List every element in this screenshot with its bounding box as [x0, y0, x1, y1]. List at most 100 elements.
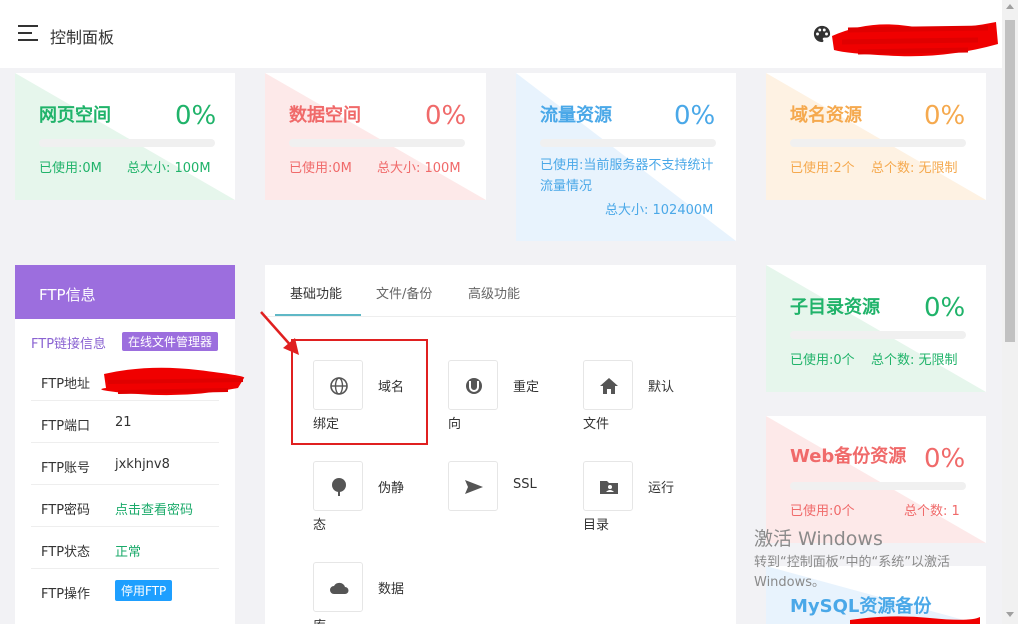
card-percent: 0% [425, 101, 467, 131]
top-bar: 控制面板 [0, 0, 1002, 68]
scrollbar-thumb[interactable] [1005, 20, 1015, 342]
watermark-title: 激活 Windows [754, 528, 883, 550]
card-total: 总大小: 100M [377, 161, 461, 176]
redaction-scribble [832, 22, 998, 57]
card-used: 已使用:0个 [790, 504, 855, 519]
ftp-key: FTP地址 [41, 377, 91, 392]
func-ssl[interactable]: SSL [448, 461, 578, 551]
func-redirect[interactable]: 重定 向 [448, 360, 578, 450]
func-label-wrap: 目录 [583, 518, 610, 533]
tab-advanced[interactable]: 高级功能 [468, 283, 520, 302]
watermark-text: 转到“控制面板”中的“系统”以激活 Windows。 [754, 555, 950, 590]
stat-card-web-space: 网页空间 0% 已使用:0M 总大小: 100M [15, 73, 235, 200]
menu-icon[interactable] [18, 25, 38, 41]
func-default-file[interactable]: 默认 文件 [583, 360, 713, 450]
ftp-value: 21 [115, 415, 132, 430]
view-password-link[interactable]: 点击查看密码 [115, 499, 193, 518]
progress-bar [790, 331, 966, 339]
func-icon-box [313, 562, 363, 612]
func-label: 伪静 [378, 481, 405, 496]
func-label-wrap: 文件 [583, 417, 610, 432]
func-rewrite[interactable]: 伪静 态 [313, 461, 443, 551]
annotation-arrow-icon [260, 311, 299, 355]
card-percent: 0% [924, 444, 966, 474]
ftp-header: FTP信息 [15, 265, 235, 319]
ftp-key: FTP密码 [41, 503, 91, 518]
page-title: 控制面板 [50, 28, 115, 47]
ftp-key: FTP状态 [41, 545, 91, 560]
folder-user-icon [600, 481, 618, 494]
card-percent: 0% [924, 101, 966, 131]
card-title: 数据空间 [289, 105, 361, 126]
func-icon-box [583, 461, 633, 511]
func-label-wrap: 向 [448, 417, 462, 432]
ftp-row-password: FTP密码 点击查看密码 [31, 485, 219, 527]
home-icon [600, 378, 618, 394]
scroll-up-icon[interactable] [1006, 4, 1014, 9]
stat-card-subdir: 子目录资源 0% 已使用:0个 总个数: 无限制 [766, 265, 986, 392]
func-label: 运行 [648, 481, 675, 496]
ftp-key: FTP操作 [41, 587, 91, 602]
disable-ftp-button[interactable]: 停用FTP [115, 580, 173, 601]
ftp-value: jxkhjnv8 [115, 457, 170, 472]
card-total: 总个数: 无限制 [871, 353, 958, 368]
card-title: Web备份资源 [790, 446, 907, 467]
progress-bar [39, 139, 215, 147]
stat-card-db-space: 数据空间 0% 已使用:0M 总大小: 100M [265, 73, 486, 200]
card-total: 总大小: 102400M [605, 203, 714, 218]
send-icon [465, 480, 483, 494]
ftp-key: FTP端口 [41, 419, 91, 434]
func-label: SSL [513, 477, 537, 492]
card-title: 域名资源 [790, 105, 862, 126]
progress-bar [289, 139, 465, 147]
tab-files-backup[interactable]: 文件/备份 [376, 283, 432, 302]
card-percent: 0% [924, 293, 966, 323]
func-icon-box [448, 461, 498, 511]
annotation-highlight-box [291, 339, 428, 445]
func-database[interactable]: 数据 库 [313, 562, 443, 624]
redaction-scribble [850, 616, 980, 624]
func-label: 数据 [378, 582, 405, 597]
progress-bar [540, 139, 716, 147]
ftp-key: FTP账号 [41, 461, 91, 476]
func-label-wrap: 态 [313, 518, 327, 533]
redirect-icon [466, 378, 482, 394]
func-icon-box [583, 360, 633, 410]
ftp-row-status: FTP状态 正常 [31, 527, 219, 569]
ftp-status-value: 正常 [115, 545, 142, 560]
card-used: 已使用:当前服务器不支持统计流量情况 [540, 158, 714, 194]
func-icon-box [313, 461, 363, 511]
redaction-scribble [101, 367, 245, 396]
func-label: 重定 [513, 380, 540, 395]
cloud-icon [330, 582, 349, 594]
card-total: 总个数: 1 [904, 504, 960, 519]
ftp-row-account: FTP账号 jxkhjnv8 [31, 443, 219, 485]
ftp-panel: FTP信息 FTP链接信息 在线文件管理器 FTP地址 FTP端口 21 FTP… [15, 265, 235, 624]
progress-bar [790, 139, 966, 147]
card-used: 已使用:0个 [790, 353, 855, 368]
func-icon-box [448, 360, 498, 410]
ftp-row-action: FTP操作 停用FTP [31, 569, 219, 611]
tab-basic[interactable]: 基础功能 [290, 283, 342, 302]
card-title: 子目录资源 [790, 297, 880, 318]
func-run-directory[interactable]: 运行 目录 [583, 461, 713, 551]
ftp-conn-label: FTP链接信息 [31, 337, 107, 352]
windows-activation-watermark: 激活 Windows 转到“控制面板”中的“系统”以激活 Windows。 [754, 524, 994, 593]
progress-bar [790, 482, 966, 490]
stat-card-domain: 域名资源 0% 已使用:2个 总个数: 无限制 [766, 73, 986, 200]
card-used: 已使用:0M [289, 161, 352, 176]
scroll-down-icon[interactable] [1006, 612, 1014, 617]
card-used: 已使用:2个 [790, 161, 855, 176]
vertical-scrollbar[interactable] [1002, 0, 1018, 624]
card-title: 网页空间 [39, 105, 111, 126]
card-total: 总个数: 无限制 [871, 161, 958, 176]
ftp-row-port: FTP端口 21 [31, 401, 219, 443]
stat-card-traffic: 流量资源 0% 已使用:当前服务器不支持统计流量情况 总大小: 102400M [516, 73, 736, 241]
card-used: 已使用:0M [39, 161, 102, 176]
func-label-wrap: 库 [313, 615, 326, 624]
tree-icon [332, 478, 346, 496]
file-manager-button[interactable]: 在线文件管理器 [122, 332, 219, 351]
card-percent: 0% [674, 101, 716, 131]
func-label: 默认 [648, 380, 675, 395]
card-percent: 0% [175, 101, 217, 131]
